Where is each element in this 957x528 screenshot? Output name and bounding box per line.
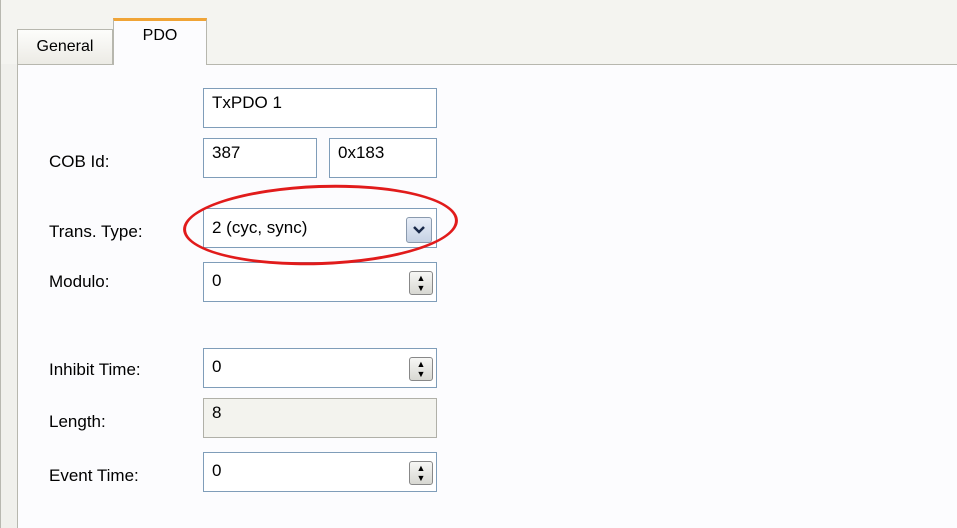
properties-window: General PDO TxPDO 1 COB Id: 387 0x183 Tr…: [0, 0, 957, 528]
modulo-value: 0: [212, 271, 222, 290]
trans-type-select[interactable]: 2 (cyc, sync): [203, 208, 437, 248]
cob-id-decimal-value: 387: [212, 143, 241, 162]
spin-down-icon: ▼: [416, 473, 426, 483]
tab-general-label: General: [36, 38, 94, 55]
cob-id-label: COB Id:: [49, 152, 110, 171]
event-time-value: 0: [212, 461, 222, 480]
trans-type-label: Trans. Type:: [49, 222, 143, 241]
length-value: 8: [212, 403, 222, 422]
cob-id-hex-value: 0x183: [338, 143, 385, 162]
pdo-name-value: TxPDO 1: [212, 93, 282, 112]
trans-type-value: 2 (cyc, sync): [212, 218, 308, 237]
spin-up-icon: ▲: [416, 359, 426, 369]
event-time-spinner[interactable]: ▲ ▼: [409, 461, 433, 485]
spin-up-icon: ▲: [416, 463, 426, 473]
length-field: 8: [203, 398, 437, 438]
inhibit-time-field[interactable]: 0 ▲ ▼: [203, 348, 437, 388]
spin-down-icon: ▼: [416, 283, 426, 293]
chevron-down-icon: [413, 226, 425, 234]
inhibit-time-spinner[interactable]: ▲ ▼: [409, 357, 433, 381]
modulo-label: Modulo:: [49, 272, 110, 291]
spin-down-icon: ▼: [416, 369, 426, 379]
tab-pdo-label: PDO: [142, 27, 178, 44]
tab-strip: General PDO: [1, 0, 957, 65]
pdo-name-field[interactable]: TxPDO 1: [203, 88, 437, 128]
cob-id-hex-field[interactable]: 0x183: [329, 138, 437, 178]
spin-up-icon: ▲: [416, 273, 426, 283]
trans-type-dropdown-button[interactable]: [406, 217, 432, 243]
pdo-panel: [17, 64, 957, 528]
modulo-spinner[interactable]: ▲ ▼: [409, 271, 433, 295]
modulo-field[interactable]: 0 ▲ ▼: [203, 262, 437, 302]
event-time-label: Event Time:: [49, 466, 139, 485]
inhibit-time-label: Inhibit Time:: [49, 360, 141, 379]
event-time-field[interactable]: 0 ▲ ▼: [203, 452, 437, 492]
length-label: Length:: [49, 412, 106, 431]
tab-general[interactable]: General: [17, 29, 113, 64]
inhibit-time-value: 0: [212, 357, 222, 376]
tab-pdo[interactable]: PDO: [113, 18, 207, 65]
cob-id-decimal-field[interactable]: 387: [203, 138, 317, 178]
